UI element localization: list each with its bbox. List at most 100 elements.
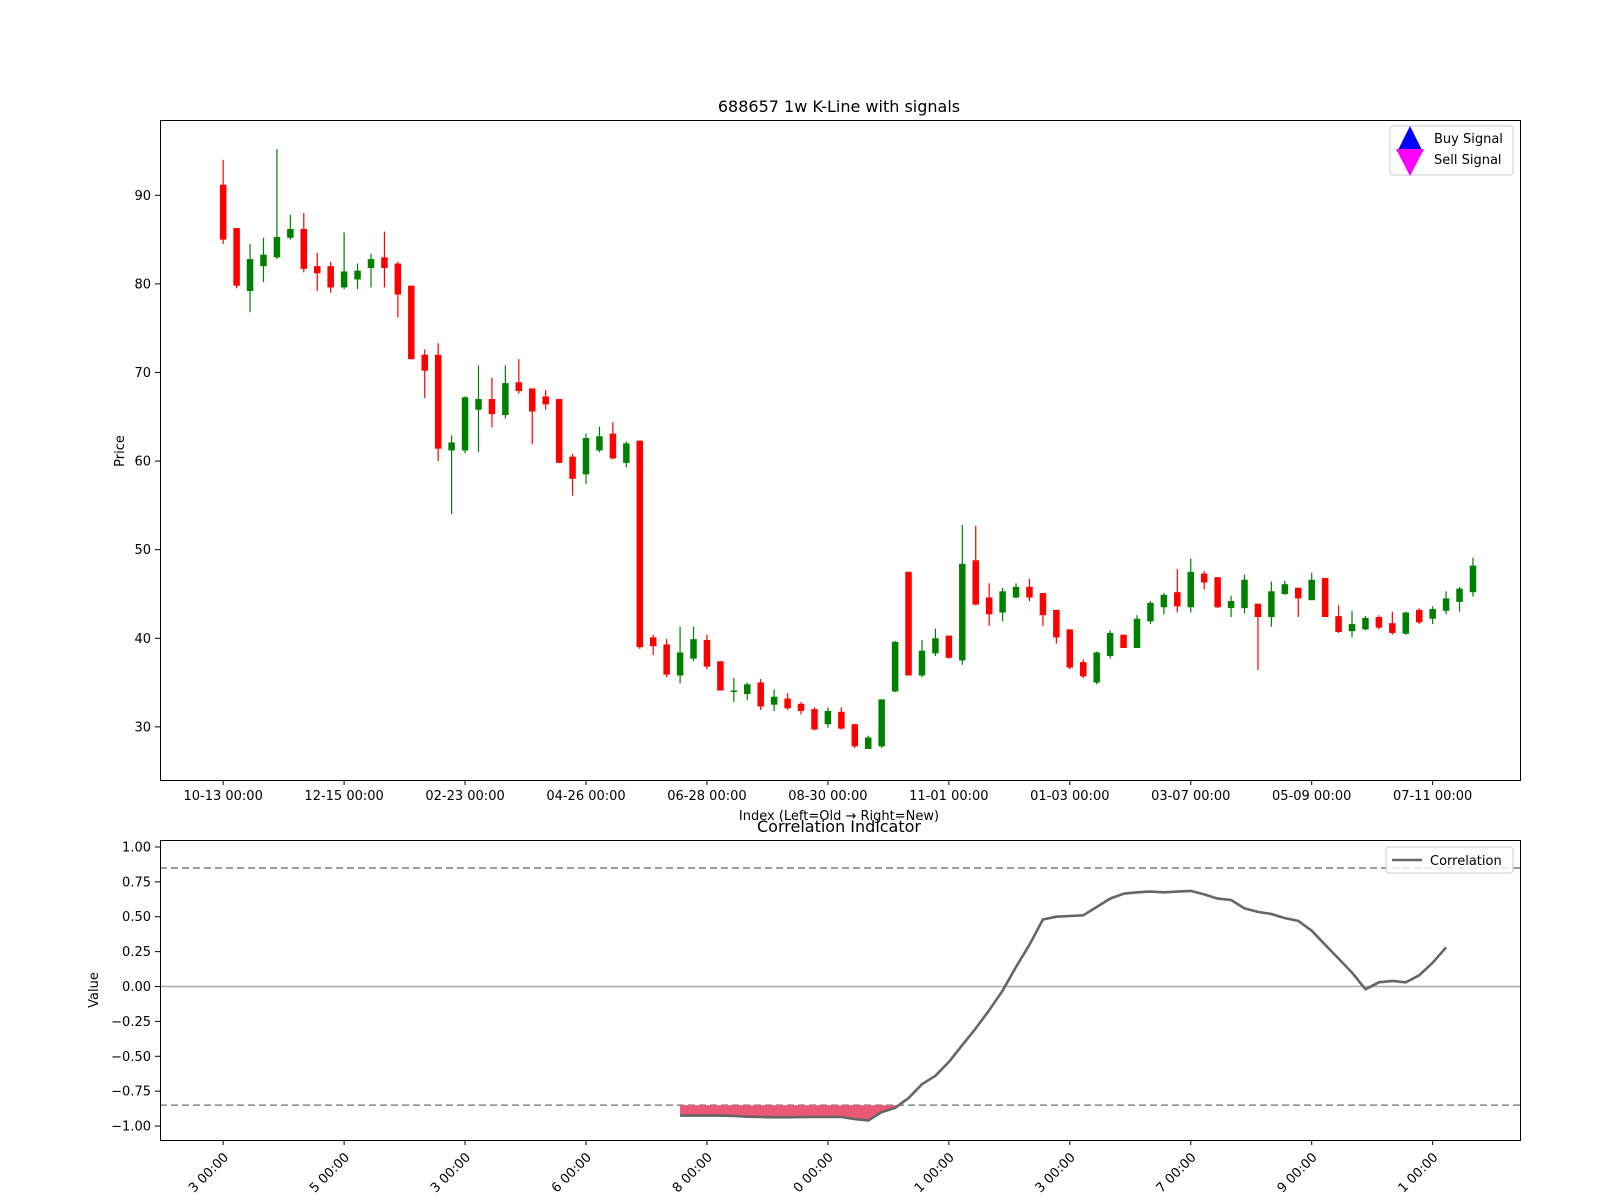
candle-body [918, 650, 926, 676]
correlation-line [680, 889, 1448, 1122]
candle-body [260, 254, 267, 267]
candle-body [690, 639, 697, 659]
candle-body [1429, 609, 1436, 619]
candle-body [502, 383, 509, 416]
candle-body [300, 228, 308, 269]
candle-body [1348, 624, 1356, 632]
candle-body [354, 270, 361, 280]
candle-body [340, 271, 348, 288]
candle-body [623, 443, 630, 463]
candle-body [1106, 632, 1114, 656]
correlation-ytick-label: −0.50 [111, 1050, 151, 1065]
correlation-series [680, 889, 1448, 1122]
candle-body [1053, 609, 1060, 638]
candle-body [381, 257, 388, 268]
candle-body [797, 703, 805, 711]
kline-ytick-label: 70 [134, 366, 151, 381]
candle-body [1120, 634, 1127, 648]
candle-body [1187, 571, 1195, 608]
kline-legend: Buy Signal Sell Signal [1389, 125, 1514, 176]
candle-body [529, 388, 536, 412]
candle-body [1402, 612, 1410, 634]
candle-body [770, 696, 778, 705]
candle-body [824, 710, 832, 725]
kline-title: 688657 1w K-Line with signals [718, 97, 960, 116]
correlation-xtick-label: 5 00:00 [307, 1150, 353, 1196]
candle-body [596, 436, 603, 451]
kline-x-axis: 10-13 00:00 12-15 00:00 02-23 00:00 04-26 0… [183, 780, 1472, 804]
candle-body [864, 737, 872, 749]
legend-buy-signal: Buy Signal [1434, 132, 1503, 147]
candle-body [676, 652, 684, 676]
candle-body [434, 354, 442, 449]
kline-xtick-label: 02-23 00:00 [425, 789, 504, 804]
kline-y-axis: 30 40 50 60 70 80 90 [134, 189, 160, 735]
candle-body [999, 591, 1006, 613]
correlation-ytick-label: 0.00 [122, 980, 151, 995]
candle-body [1174, 592, 1181, 607]
candle-body [703, 640, 711, 667]
candle-body [1321, 578, 1329, 617]
candle-body [851, 724, 859, 747]
candle-body [744, 684, 751, 695]
correlation-ytick-label: 0.50 [122, 910, 151, 925]
candle-body [1362, 617, 1369, 630]
candle-body [757, 682, 764, 707]
candle-body [891, 641, 899, 692]
candle-body [636, 440, 644, 648]
kline-xtick-label: 03-07 00:00 [1151, 789, 1230, 804]
correlation-x-axis: 3 00:00 5 00:00 3 00:00 6 00:00 8 00:00 0 00:… [186, 1140, 1441, 1196]
correlation-reference-lines [160, 867, 1520, 1106]
legend-sell-signal: Sell Signal [1434, 153, 1502, 168]
kline-ytick-label: 90 [134, 189, 151, 204]
candle-body [811, 709, 818, 730]
correlation-xtick-label: 0 00:00 [791, 1150, 837, 1196]
candle-body [730, 690, 738, 693]
candle-body [1389, 623, 1396, 633]
correlation-ylabel: Value [87, 972, 102, 1008]
candle-body [542, 396, 549, 405]
kline-xtick-label: 08-30 00:00 [788, 789, 867, 804]
kline-panel: 688657 1w K-Line with signals 30 40 50 60 70… [113, 97, 1521, 824]
kline-xtick-label: 07-11 00:00 [1393, 789, 1472, 804]
candle-body [1295, 587, 1302, 599]
kline-xtick-label: 12-15 00:00 [304, 789, 383, 804]
correlation-xtick-label: 3 00:00 [428, 1150, 474, 1196]
candle-body [717, 661, 724, 691]
correlation-xtick-label: 9 00:00 [1275, 1150, 1321, 1196]
candle-body [1254, 603, 1262, 617]
candle-body [1227, 601, 1235, 609]
kline-xtick-label: 05-09 00:00 [1272, 789, 1351, 804]
candle-body [1079, 662, 1087, 677]
correlation-ytick-label: −0.25 [111, 1015, 151, 1030]
correlation-ytick-label: 0.75 [122, 875, 151, 890]
legend-correlation: Correlation [1430, 854, 1502, 869]
candle-body [1026, 586, 1033, 598]
candle-body [972, 560, 979, 605]
kline-xtick-label: 06-28 00:00 [667, 789, 746, 804]
candle-body [1039, 593, 1047, 616]
correlation-xtick-label: 6 00:00 [549, 1150, 595, 1196]
candle-body [408, 285, 415, 360]
candle-body [985, 597, 993, 615]
kline-ytick-label: 30 [134, 720, 151, 735]
candle-body [1281, 584, 1289, 594]
correlation-ytick-label: −1.00 [111, 1120, 151, 1135]
kline-xtick-label: 04-26 00:00 [546, 789, 625, 804]
kline-xtick-label: 11-01 00:00 [909, 789, 988, 804]
candle-body [784, 698, 791, 709]
candle-body [1415, 609, 1423, 623]
candle-body [367, 259, 375, 268]
candle-body [663, 644, 670, 675]
candle-body [1375, 616, 1383, 628]
kline-ytick-label: 60 [134, 455, 151, 470]
candle-body [515, 382, 523, 392]
candle-body [1200, 573, 1208, 583]
candle-body [421, 354, 428, 371]
kline-ylabel: Price [113, 435, 128, 467]
candle-body [287, 228, 294, 238]
candle-body [1133, 618, 1141, 648]
candle-body [1241, 579, 1248, 609]
correlation-ytick-label: 0.25 [122, 945, 151, 960]
candle-body [1469, 565, 1477, 593]
